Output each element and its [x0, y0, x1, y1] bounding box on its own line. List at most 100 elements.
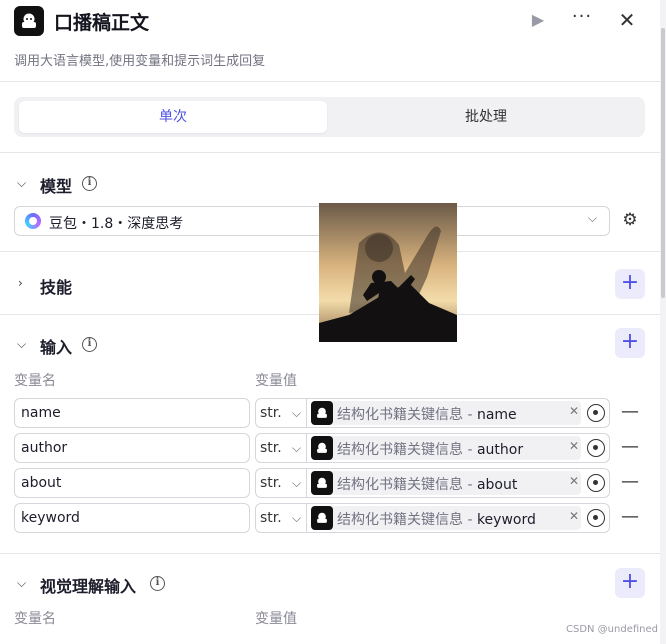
reference-separator: - [463, 407, 477, 423]
reference-path: 结构化书籍关键信息 - name [337, 404, 517, 424]
more-icon[interactable]: ··· [568, 8, 596, 30]
variable-reference-tag[interactable]: 结构化书籍关键信息 - about ✕ [311, 471, 581, 495]
reference-source: 结构化书籍关键信息 [337, 407, 463, 423]
col-label-value: 变量值 [255, 373, 297, 389]
node-avatar-icon [311, 401, 333, 425]
play-icon[interactable]: ▶ [528, 10, 548, 30]
chevron-down-icon: ⌵ [587, 211, 597, 225]
input-row: name str. ⌵ 结构化书籍关键信息 - name ✕ — [0, 398, 660, 430]
type-label: str. [260, 405, 282, 421]
model-section-title: 模型 [40, 177, 73, 196]
reference-separator: - [463, 477, 477, 493]
divider [306, 399, 307, 427]
variable-value-box: str. ⌵ 结构化书籍关键信息 - keyword ✕ [255, 503, 610, 533]
reference-separator: - [463, 442, 477, 458]
reference-source: 结构化书籍关键信息 [337, 442, 463, 458]
input-row: about str. ⌵ 结构化书籍关键信息 - about ✕ — [0, 468, 660, 500]
variable-picker-icon[interactable] [587, 404, 605, 422]
type-select[interactable]: str. ⌵ [260, 469, 308, 497]
remove-row-button[interactable]: — [621, 436, 639, 460]
close-icon[interactable]: ✕ [615, 8, 639, 32]
add-skill-button[interactable]: + [615, 269, 645, 299]
variable-name-input[interactable]: about [14, 468, 250, 498]
node-avatar-icon [311, 506, 333, 530]
chevron-down-icon: ⌵ [292, 511, 302, 525]
reference-path: 结构化书籍关键信息 - about [337, 474, 517, 494]
type-select[interactable]: str. ⌵ [260, 399, 308, 427]
divider [0, 553, 660, 554]
info-icon[interactable]: i [82, 337, 97, 352]
variable-reference-tag[interactable]: 结构化书籍关键信息 - name ✕ [311, 401, 581, 425]
reference-separator: - [463, 512, 477, 528]
overlay-image [319, 203, 457, 342]
watermark: CSDN @undefined [565, 624, 658, 635]
reference-field: name [476, 407, 517, 423]
node-description[interactable]: 调用大语言模型,使用变量和提示词生成回复 [14, 50, 265, 69]
add-visual-input-button[interactable]: + [615, 568, 645, 598]
reference-field: keyword [476, 512, 536, 528]
node-avatar-icon [311, 471, 333, 495]
variable-picker-icon[interactable] [587, 474, 605, 492]
variable-reference-tag[interactable]: 结构化书籍关键信息 - keyword ✕ [311, 506, 581, 530]
reference-path: 结构化书籍关键信息 - author [337, 439, 523, 459]
doubao-logo-icon [25, 213, 41, 229]
scrollbar-thumb[interactable] [661, 28, 665, 298]
variable-name-input[interactable]: name [14, 398, 250, 428]
type-label: str. [260, 475, 282, 491]
variable-picker-icon[interactable] [587, 439, 605, 457]
remove-row-button[interactable]: — [621, 401, 639, 425]
chevron-down-icon[interactable]: ⌵ [17, 337, 26, 352]
col-label-name: 变量名 [14, 611, 56, 627]
chevron-down-icon[interactable]: ⌵ [17, 176, 26, 191]
clear-icon[interactable]: ✕ [569, 474, 579, 488]
chevron-down-icon: ⌵ [292, 441, 302, 455]
input-row: author str. ⌵ 结构化书籍关键信息 - author ✕ — [0, 433, 660, 465]
remove-row-button[interactable]: — [621, 506, 639, 530]
col-label-value: 变量值 [255, 611, 297, 627]
visual-inputs-section-title: 视觉理解输入 [40, 577, 137, 596]
reference-source: 结构化书籍关键信息 [337, 512, 463, 528]
clear-icon[interactable]: ✕ [569, 404, 579, 418]
variable-value-box: str. ⌵ 结构化书籍关键信息 - author ✕ [255, 433, 610, 463]
add-input-button[interactable]: + [615, 328, 645, 358]
skills-section-title: 技能 [40, 278, 73, 297]
chevron-down-icon: ⌵ [292, 406, 302, 420]
model-selected-label: 豆包・1.8・深度思考 [49, 216, 184, 232]
variable-picker-icon[interactable] [587, 509, 605, 527]
reference-field: author [476, 442, 524, 458]
type-select[interactable]: str. ⌵ [260, 434, 308, 462]
info-icon[interactable]: i [82, 176, 97, 191]
tab-batch[interactable]: 批处理 [332, 101, 640, 133]
scrollbar[interactable] [660, 0, 666, 644]
node-title[interactable]: 口播稿正文 [54, 8, 149, 35]
divider [306, 504, 307, 532]
input-row: keyword str. ⌵ 结构化书籍关键信息 - keyword ✕ — [0, 503, 660, 535]
col-label-name: 变量名 [14, 373, 56, 389]
divider [306, 434, 307, 462]
mode-tabs: 单次 批处理 [14, 97, 645, 137]
variable-reference-tag[interactable]: 结构化书籍关键信息 - author ✕ [311, 436, 581, 460]
node-avatar-icon [311, 436, 333, 460]
inputs-section-title: 输入 [40, 338, 73, 357]
info-icon[interactable]: i [150, 576, 165, 591]
variable-value-box: str. ⌵ 结构化书籍关键信息 - about ✕ [255, 468, 610, 498]
divider [306, 469, 307, 497]
divider [0, 152, 660, 153]
tab-single[interactable]: 单次 [19, 101, 327, 133]
clear-icon[interactable]: ✕ [569, 509, 579, 523]
reference-source: 结构化书籍关键信息 [337, 477, 463, 493]
model-select[interactable]: 豆包・1.8・深度思考 ⌵ [14, 206, 610, 236]
reference-path: 结构化书籍关键信息 - keyword [337, 509, 536, 529]
type-label: str. [260, 510, 282, 526]
remove-row-button[interactable]: — [621, 471, 639, 495]
gear-icon[interactable]: ⚙ [620, 210, 640, 230]
reference-field: about [476, 477, 518, 493]
clear-icon[interactable]: ✕ [569, 439, 579, 453]
chevron-down-icon[interactable]: ⌵ [17, 576, 26, 591]
chevron-right-icon[interactable]: › [18, 276, 23, 290]
type-select[interactable]: str. ⌵ [260, 504, 308, 532]
variable-value-box: str. ⌵ 结构化书籍关键信息 - name ✕ [255, 398, 610, 428]
variable-name-input[interactable]: keyword [14, 503, 250, 533]
node-avatar-icon [14, 6, 44, 36]
variable-name-input[interactable]: author [14, 433, 250, 463]
